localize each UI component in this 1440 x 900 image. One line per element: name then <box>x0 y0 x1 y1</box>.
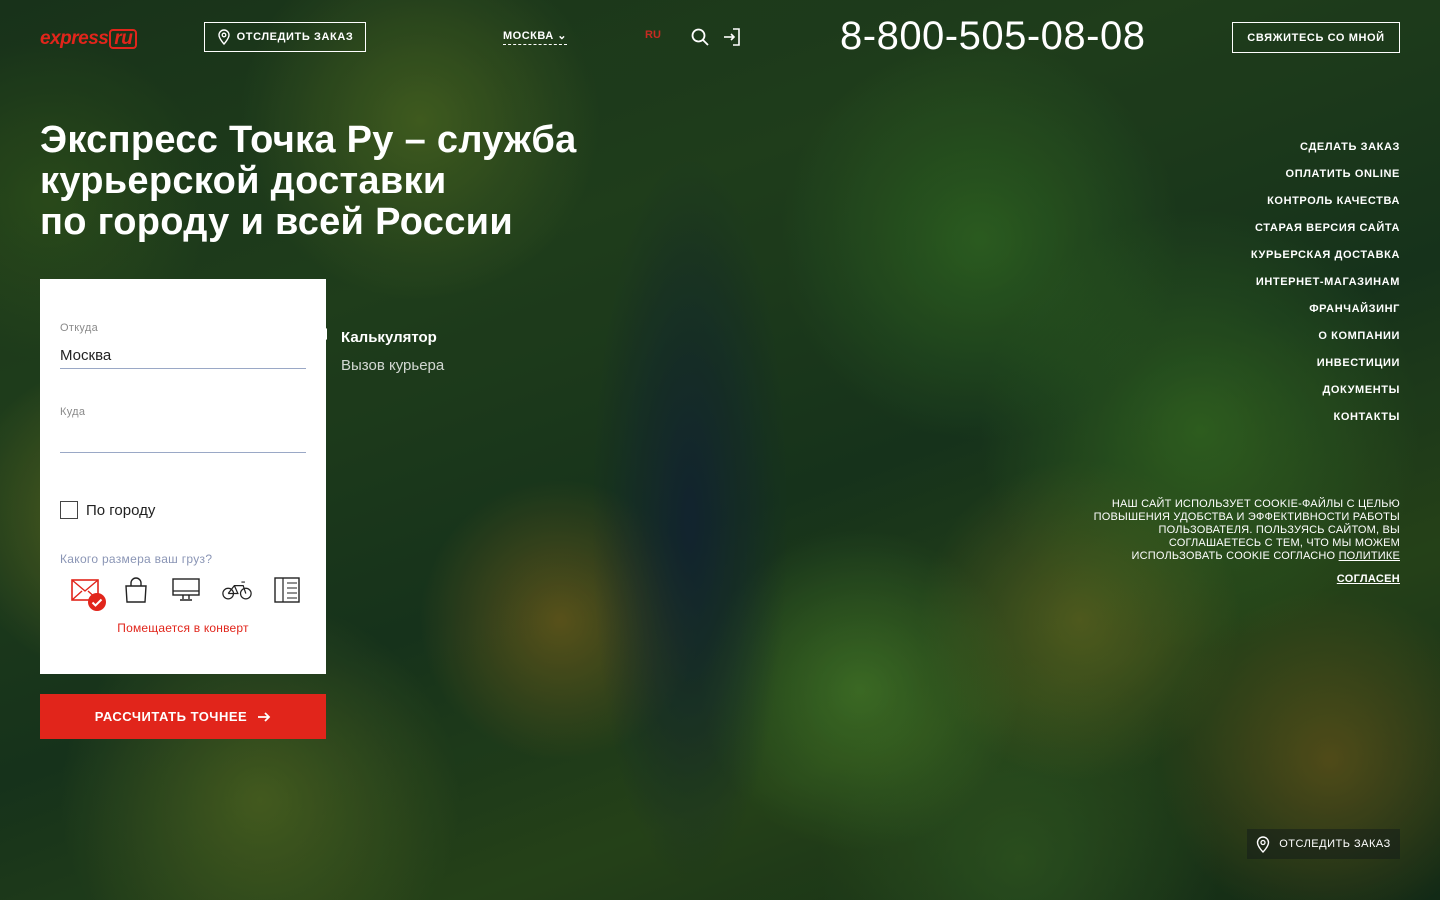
title-line-2: курьерской доставки <box>40 160 447 202</box>
size-bicycle-option[interactable] <box>221 575 252 605</box>
city-only-label: По городу <box>86 501 156 519</box>
city-label: МОСКВА <box>503 30 554 42</box>
nav-item-documents[interactable]: ДОКУМЕНТЫ <box>1251 377 1400 404</box>
from-label: Откуда <box>60 322 99 334</box>
nav-item-courier-delivery[interactable]: КУРЬЕРСКАЯ ДОСТАВКА <box>1251 242 1400 269</box>
nav-item-about[interactable]: О КОМПАНИИ <box>1251 323 1400 350</box>
cookie-policy-link[interactable]: ПОЛИТИКЕ <box>1339 550 1400 562</box>
size-bag-option[interactable] <box>121 575 151 605</box>
city-selector[interactable]: МОСКВА ⌄ <box>503 29 567 45</box>
calculate-button[interactable]: РАССЧИТАТЬ ТОЧНЕЕ <box>40 694 326 739</box>
title-line-1: Экспресс Точка Ру – служба <box>40 119 577 161</box>
nav-item-contacts[interactable]: КОНТАКТЫ <box>1251 404 1400 431</box>
size-wardrobe-option[interactable] <box>272 575 302 605</box>
monitor-icon <box>172 578 200 601</box>
calculator-tabs: Калькулятор Вызов курьера <box>341 324 444 380</box>
location-pin-icon <box>1257 835 1270 853</box>
to-label: Куда <box>60 406 86 418</box>
from-input[interactable] <box>60 343 306 369</box>
calculator-card: Откуда Куда По городу Какого размера ваш… <box>40 279 326 674</box>
nav-item-pay-online[interactable]: ОПЛАТИТЬ ONLINE <box>1251 161 1400 188</box>
nav-item-quality-control[interactable]: КОНТРОЛЬ КАЧЕСТВА <box>1251 188 1400 215</box>
language-switch[interactable]: RU <box>645 29 661 41</box>
logo-box-text: ru <box>109 29 138 49</box>
wardrobe-icon <box>274 577 300 603</box>
size-envelope-option[interactable] <box>70 575 106 611</box>
arrow-right-icon <box>258 711 271 722</box>
location-pin-icon <box>217 29 230 45</box>
login-icon[interactable] <box>722 27 742 47</box>
logo[interactable]: express ru <box>40 28 138 50</box>
nav-item-investments[interactable]: ИНВЕСТИЦИИ <box>1251 350 1400 377</box>
selected-check-icon <box>88 593 106 611</box>
floating-track-order-button[interactable]: ОТСЛЕДИТЬ ЗАКАЗ <box>1247 829 1400 859</box>
logo-text: express <box>40 28 109 49</box>
active-tab-pointer <box>320 328 327 340</box>
page-title: Экспресс Точка Ру – служба курьерской до… <box>40 120 660 243</box>
nav-item-old-site[interactable]: СТАРАЯ ВЕРСИЯ САЙТА <box>1251 215 1400 242</box>
cookie-agree-button[interactable]: СОГЛАСЕН <box>1337 573 1400 585</box>
track-order-label: ОТСЛЕДИТЬ ЗАКАЗ <box>236 31 354 43</box>
title-line-3: по городу и всей России <box>40 201 513 243</box>
floating-track-order-label: ОТСЛЕДИТЬ ЗАКАЗ <box>1279 838 1391 850</box>
calculate-button-label: РАССЧИТАТЬ ТОЧНЕЕ <box>94 709 248 724</box>
contact-me-button[interactable]: СВЯЖИТЕСЬ СО МНОЙ <box>1232 22 1400 53</box>
nav-item-make-order[interactable]: СДЕЛАТЬ ЗАКАЗ <box>1251 134 1400 161</box>
main-nav: СДЕЛАТЬ ЗАКАЗ ОПЛАТИТЬ ONLINE КОНТРОЛЬ К… <box>1251 134 1400 431</box>
bicycle-icon <box>221 581 252 600</box>
size-monitor-option[interactable] <box>171 575 201 605</box>
city-only-checkbox[interactable] <box>60 501 78 519</box>
city-only-checkbox-row[interactable]: По городу <box>60 501 155 519</box>
search-icon[interactable] <box>690 27 710 47</box>
cookie-notice: НАШ САЙТ ИСПОЛЬЗУЕТ COOKIE-ФАЙЛЫ С ЦЕЛЬЮ… <box>1090 498 1400 563</box>
size-options <box>70 575 302 611</box>
bag-icon <box>124 577 147 603</box>
track-order-button[interactable]: ОТСЛЕДИТЬ ЗАКАЗ <box>204 22 366 52</box>
to-input[interactable] <box>60 427 306 453</box>
chevron-down-icon: ⌄ <box>557 30 567 42</box>
nav-item-franchising[interactable]: ФРАНЧАЙЗИНГ <box>1251 296 1400 323</box>
phone-number[interactable]: 8-800-505-08-08 <box>840 14 1146 59</box>
tab-call-courier[interactable]: Вызов курьера <box>341 352 444 380</box>
size-fit-text: Помещается в конверт <box>117 621 249 635</box>
nav-item-online-stores[interactable]: ИНТЕРНЕТ-МАГАЗИНАМ <box>1251 269 1400 296</box>
size-question: Какого размера ваш груз? <box>60 552 213 566</box>
tab-calculator[interactable]: Калькулятор <box>341 324 444 352</box>
